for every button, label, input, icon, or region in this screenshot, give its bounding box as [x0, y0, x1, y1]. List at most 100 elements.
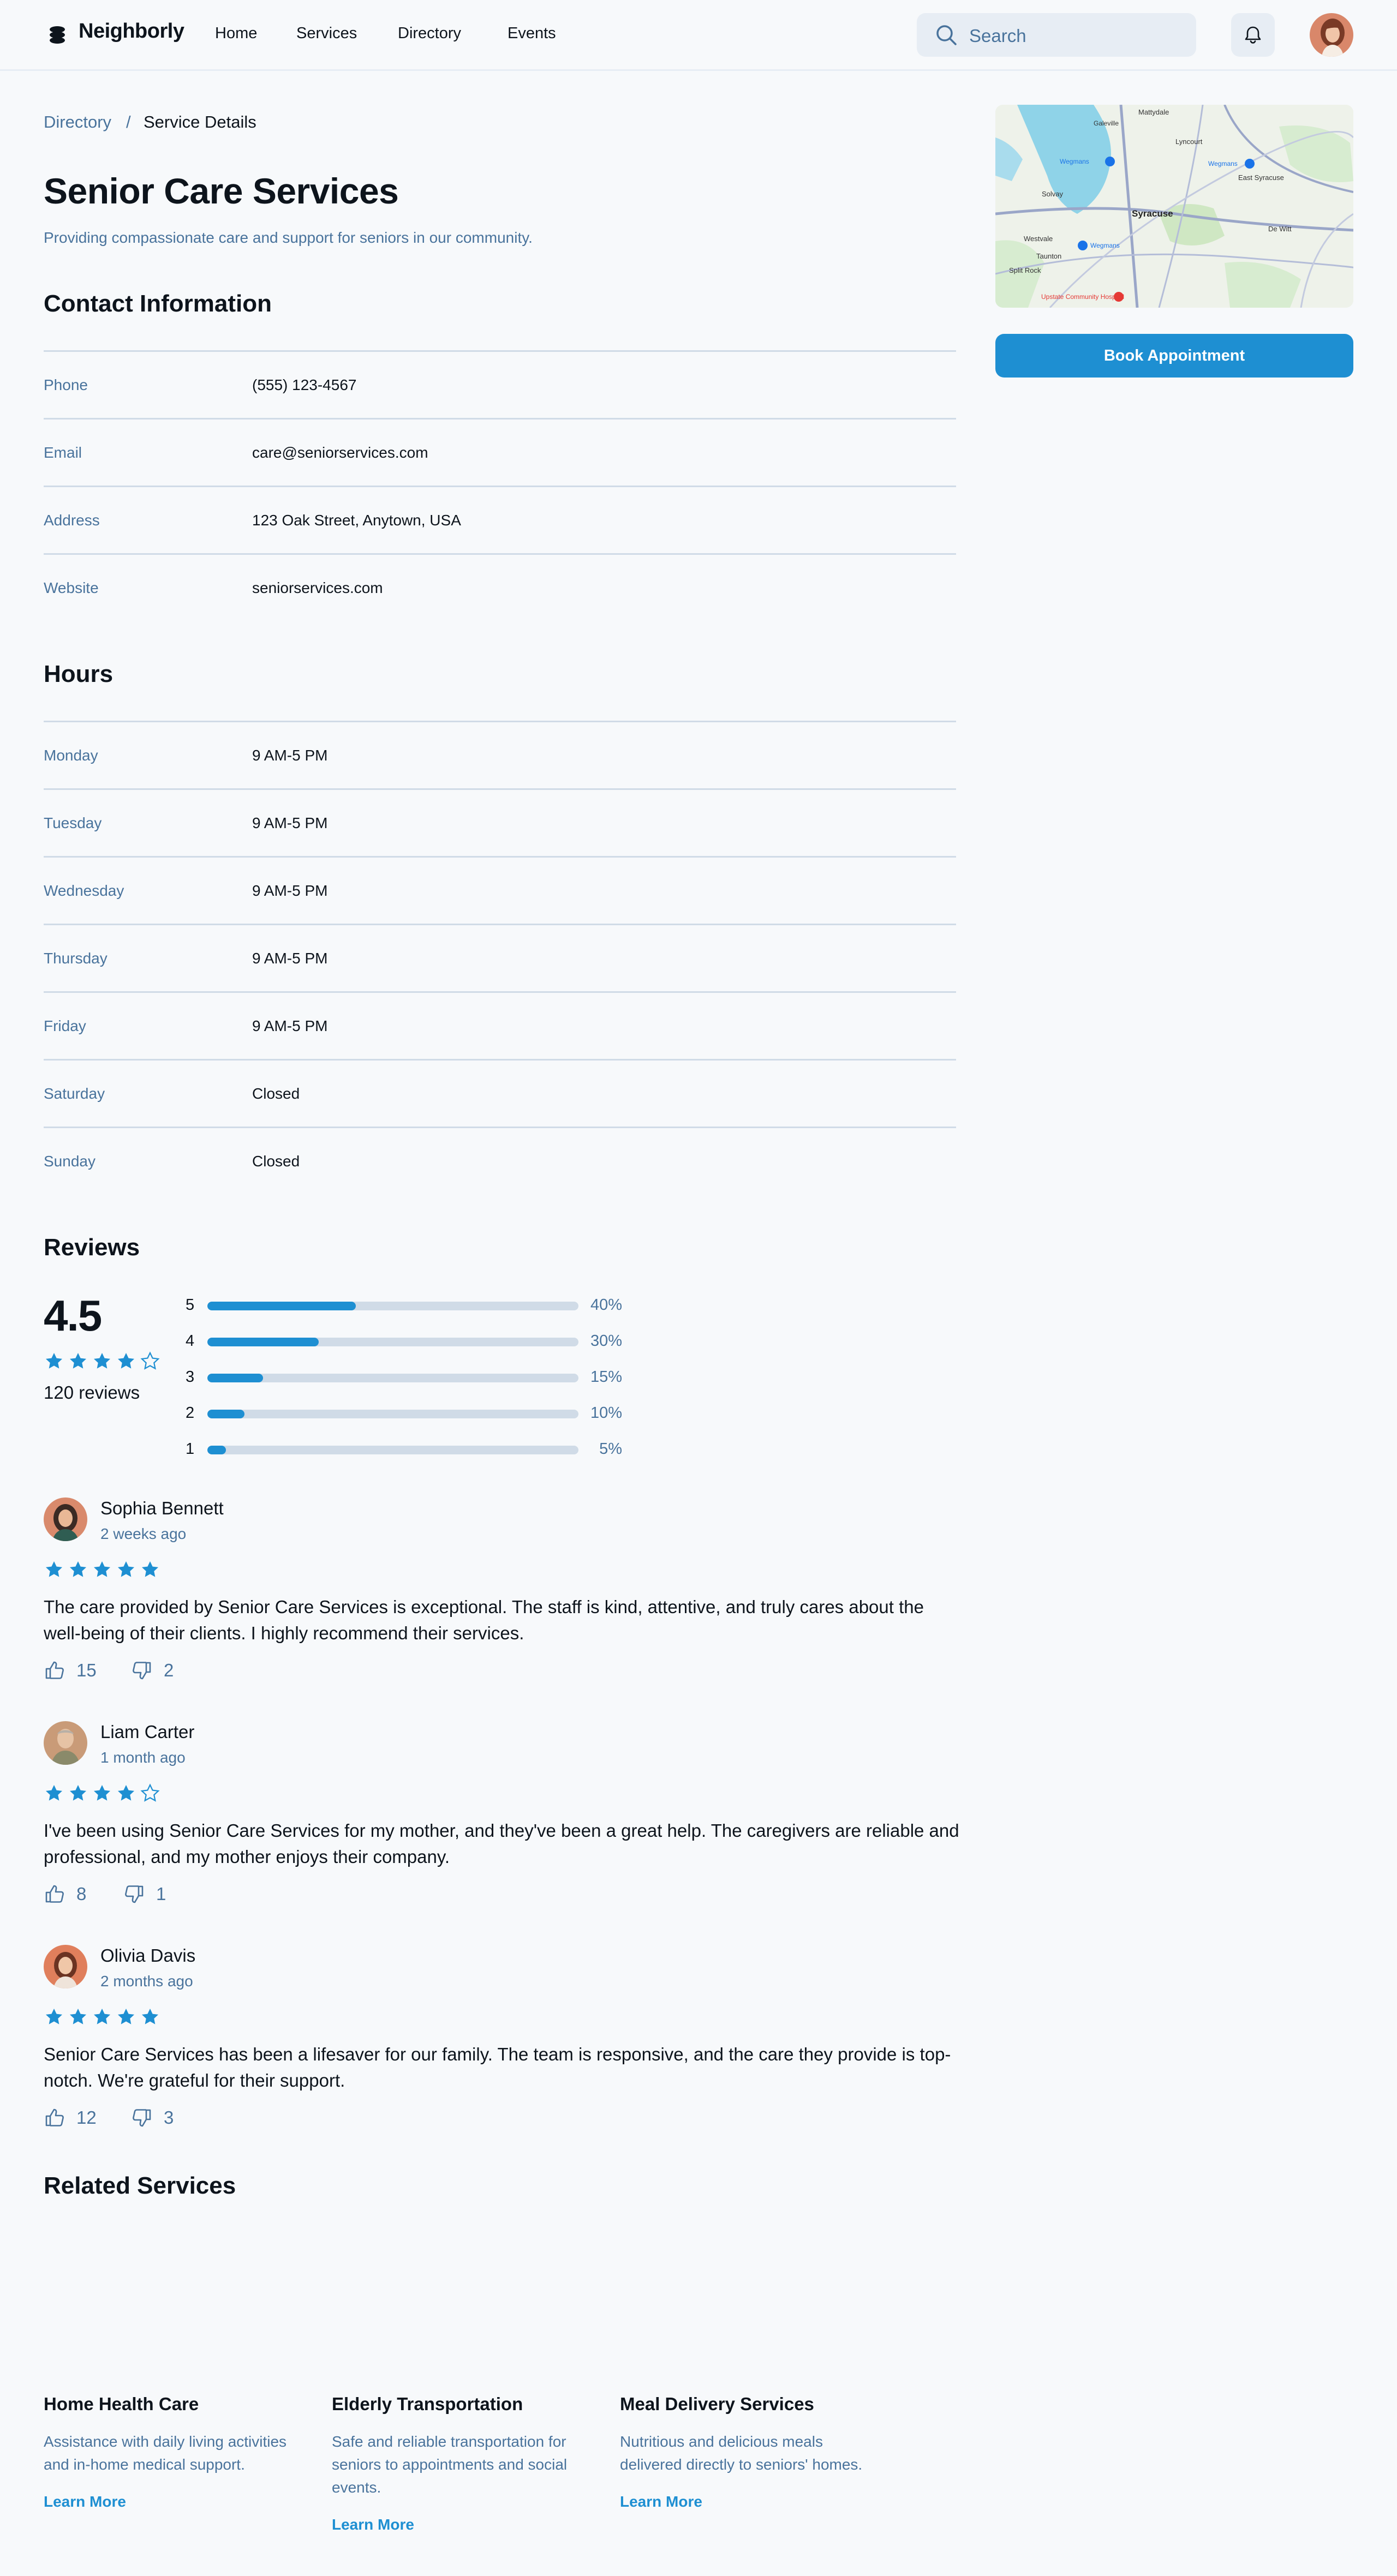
learn-more-link[interactable]: Learn More [44, 2493, 126, 2511]
review-stars [44, 2006, 160, 2027]
star-icon [117, 1784, 135, 1801]
brand-name[interactable]: Neighborly [79, 20, 184, 43]
related-description: Nutritious and delicious meals delivered… [620, 2433, 863, 2473]
breakdown-percent-4: 30% [590, 1332, 622, 1350]
avatar-portrait-icon [44, 1497, 87, 1541]
divider [44, 350, 956, 352]
breakdown-bar-3 [207, 1374, 578, 1382]
map-label: De Witt [1268, 225, 1292, 233]
thumbs-up-icon [45, 1661, 64, 1679]
reviewer-avatar [44, 1721, 87, 1765]
map-pin-icon [1245, 159, 1255, 169]
contact-label-website: Website [44, 579, 99, 596]
like-count: 12 [76, 2107, 97, 2128]
review-text: The care provided by Senior Care Service… [44, 1597, 924, 1643]
map-label: Mattydale [1138, 108, 1169, 116]
breakdown-label-5: 5 [186, 1296, 195, 1314]
divider [44, 856, 956, 858]
like-button[interactable]: 8 [44, 1883, 86, 1905]
like-button[interactable]: 12 [44, 2107, 97, 2129]
star-icon [93, 2008, 111, 2024]
related-title[interactable]: Home Health Care [44, 2394, 199, 2415]
nav-home[interactable]: Home [215, 25, 257, 43]
contact-value-phone[interactable]: (555) 123-4567 [252, 376, 356, 394]
related-title[interactable]: Elderly Transportation [332, 2394, 523, 2415]
avatar-portrait-icon [44, 1721, 87, 1765]
star-icon [45, 1784, 63, 1801]
divider [44, 991, 956, 993]
notifications-button[interactable] [1231, 13, 1275, 57]
top-header: Neighborly Home Services Directory Event… [0, 0, 1397, 71]
divider [44, 721, 956, 722]
page-title: Senior Care Services [44, 171, 399, 211]
star-icon [117, 2008, 135, 2024]
dislike-count: 2 [164, 1660, 174, 1680]
map-label: Westvale [1024, 235, 1053, 243]
reviewer-avatar [44, 1497, 87, 1541]
star-icon [93, 1352, 111, 1369]
star-icon [69, 1561, 87, 1577]
dislike-button[interactable]: 2 [131, 1660, 174, 1681]
average-rating: 4.5 [44, 1291, 102, 1340]
hours-value-wednesday: 9 AM-5 PM [252, 882, 328, 899]
hours-label-thursday: Thursday [44, 950, 108, 967]
breakdown-label-1: 1 [186, 1440, 195, 1458]
breakdown-percent-1: 5% [599, 1440, 622, 1458]
map-label: Lyncourt [1175, 137, 1203, 146]
map-pin-icon [1078, 241, 1088, 250]
divider [44, 553, 956, 555]
map-label: Wegmans [1208, 160, 1238, 167]
contact-value-website[interactable]: seniorservices.com [252, 579, 383, 597]
breakdown-fill [207, 1338, 319, 1346]
breadcrumb-directory-link[interactable]: Directory [44, 112, 111, 132]
map-label: Split Rock [1009, 266, 1041, 274]
star-icon [69, 1784, 87, 1801]
thumbs-down-icon [125, 1885, 144, 1903]
review-text: Senior Care Services has been a lifesave… [44, 2044, 951, 2090]
divider [44, 788, 956, 790]
location-map[interactable]: Mattydale Galeville Lyncourt East Syracu… [995, 105, 1353, 308]
breakdown-percent-3: 15% [590, 1368, 622, 1386]
dislike-count: 1 [156, 1884, 166, 1904]
avatar-portrait-icon [1310, 13, 1353, 57]
review-date: 1 month ago [100, 1749, 186, 1766]
contact-label-address: Address [44, 512, 100, 529]
star-icon [69, 1352, 87, 1369]
dislike-button[interactable]: 3 [131, 2107, 174, 2129]
thumbs-down-icon [133, 2109, 151, 2127]
breakdown-percent-2: 10% [590, 1404, 622, 1422]
contact-value-address: 123 Oak Street, Anytown, USA [252, 512, 461, 529]
book-appointment-button[interactable]: Book Appointment [995, 334, 1353, 378]
learn-more-link[interactable]: Learn More [620, 2493, 702, 2511]
reviews-heading: Reviews [44, 1234, 140, 1261]
like-button[interactable]: 15 [44, 1660, 97, 1681]
related-title[interactable]: Meal Delivery Services [620, 2394, 814, 2415]
breakdown-bar-5 [207, 1302, 578, 1310]
user-avatar[interactable] [1310, 13, 1353, 57]
search-input[interactable]: Search [917, 13, 1196, 57]
map-label: Solvay [1042, 190, 1064, 198]
breakdown-fill [207, 1446, 226, 1454]
star-icon [141, 1561, 159, 1577]
hours-label-monday: Monday [44, 747, 98, 764]
thumbs-up-icon [45, 2108, 64, 2126]
contact-value-email[interactable]: care@seniorservices.com [252, 444, 428, 462]
nav-directory[interactable]: Directory [398, 25, 461, 43]
divider [44, 1059, 956, 1061]
nav-services[interactable]: Services [296, 25, 357, 43]
breakdown-label-2: 2 [186, 1404, 195, 1422]
map-label: Taunton [1036, 252, 1061, 260]
review-stars [44, 1559, 160, 1580]
hours-value-tuesday: 9 AM-5 PM [252, 814, 328, 831]
star-icon [140, 1783, 160, 1802]
nav-events[interactable]: Events [508, 25, 556, 43]
logo-icon [50, 26, 65, 44]
star-icon [140, 1351, 160, 1370]
bell-icon [1245, 26, 1261, 44]
breakdown-label-4: 4 [186, 1332, 195, 1350]
dislike-button[interactable]: 1 [123, 1883, 166, 1905]
learn-more-link[interactable]: Learn More [332, 2516, 414, 2533]
divider [44, 924, 956, 925]
star-icon [117, 1352, 135, 1369]
hours-value-friday: 9 AM-5 PM [252, 1017, 328, 1034]
